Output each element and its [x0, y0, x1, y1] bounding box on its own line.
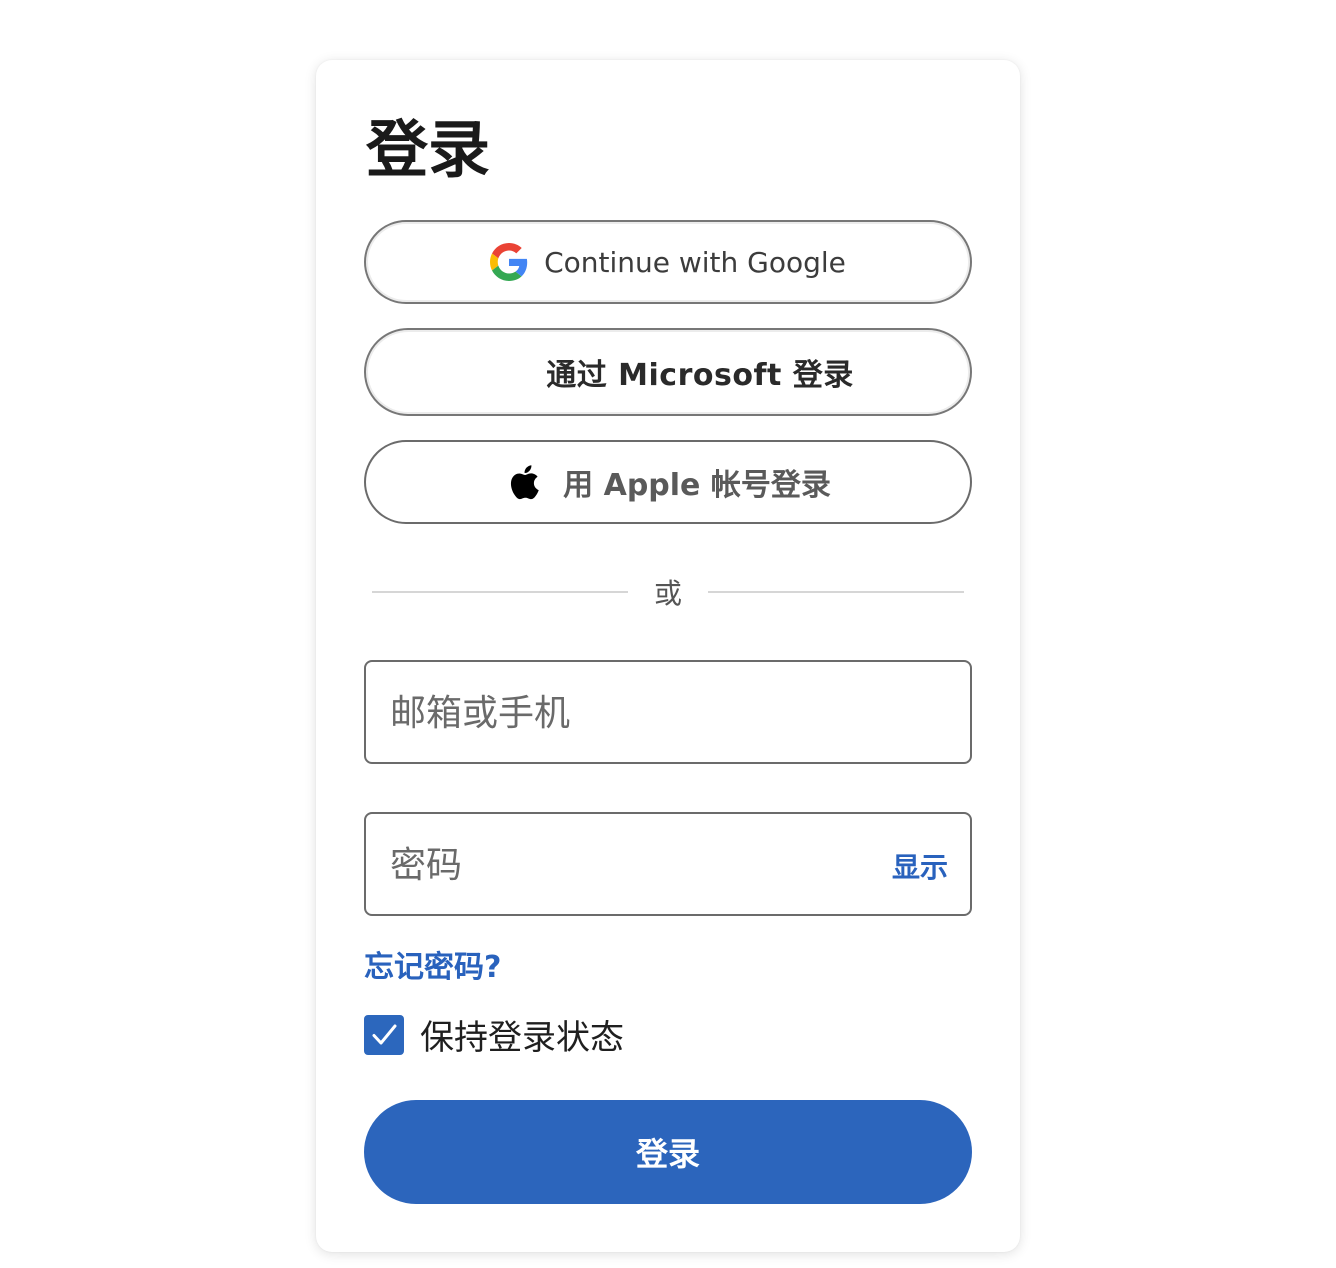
show-password-button[interactable]: 显示 [892, 846, 948, 886]
checkmark-icon [372, 1024, 397, 1044]
microsoft-signin-button[interactable]: 通过 Microsoft 登录 [364, 328, 972, 416]
email-field-container [364, 660, 972, 764]
remember-me-checkbox[interactable] [364, 1014, 404, 1055]
remember-me: 保持登录状态 [364, 1010, 624, 1059]
login-card: 登录 Continue with Google 通过 Microsoft 登录 [316, 60, 1020, 1252]
apple-signin-label: 用 Apple 帐号登录 [563, 468, 831, 503]
page-title: 登录 [366, 113, 491, 186]
email-or-phone-input[interactable] [388, 662, 872, 764]
divider-text: 或 [654, 577, 683, 610]
google-icon [490, 243, 528, 281]
login-submit-button[interactable]: 登录 [364, 1100, 972, 1204]
microsoft-signin-label: 通过 Microsoft 登录 [546, 358, 854, 393]
microsoft-icon [482, 353, 520, 391]
or-divider: 或 [372, 572, 965, 612]
divider-line-right [708, 591, 965, 593]
apple-signin-button[interactable]: 用 Apple 帐号登录 [364, 440, 972, 524]
google-signin-label: Continue with Google [544, 245, 846, 279]
divider-line-left [372, 591, 628, 593]
password-field-container: 显示 [364, 812, 972, 916]
google-signin-button[interactable]: Continue with Google [364, 220, 972, 304]
apple-icon [505, 462, 541, 502]
password-input[interactable] [388, 814, 872, 916]
remember-me-label[interactable]: 保持登录状态 [420, 1010, 624, 1059]
forgot-password-link[interactable]: 忘记密码? [364, 942, 501, 986]
